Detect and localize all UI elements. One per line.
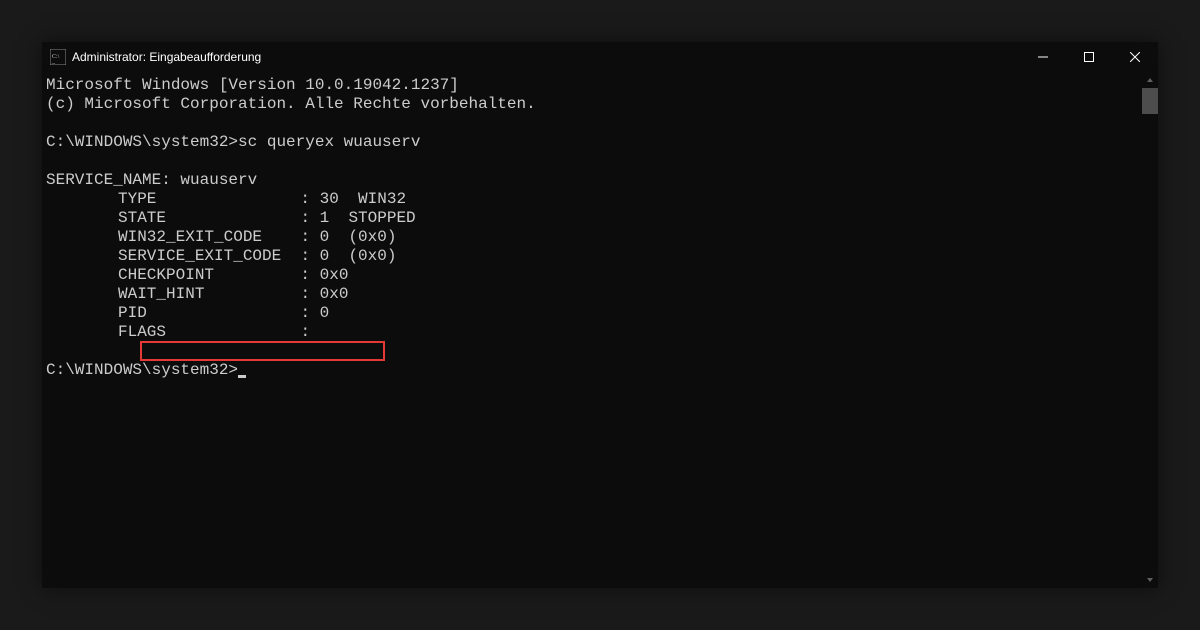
field-flags: FLAGS : [46,323,1142,342]
field-value: 1 STOPPED [320,209,416,227]
field-label: TYPE [118,190,156,208]
cursor [238,375,246,378]
field-pid: PID : 0 [46,304,1142,323]
prompt-line-1: C:\WINDOWS\system32>sc queryex wuauserv [46,133,1142,152]
field-checkpoint: CHECKPOINT : 0x0 [46,266,1142,285]
version-line: Microsoft Windows [Version 10.0.19042.12… [46,76,1142,95]
prompt-line-2: C:\WINDOWS\system32> [46,361,1142,380]
terminal-content[interactable]: Microsoft Windows [Version 10.0.19042.12… [42,72,1142,588]
field-win32-exit: WIN32_EXIT_CODE : 0 (0x0) [46,228,1142,247]
window-title: Administrator: Eingabeaufforderung [72,50,1020,64]
command: sc queryex wuauserv [238,133,420,151]
field-value: 30 WIN32 [320,190,406,208]
field-service-exit: SERVICE_EXIT_CODE : 0 (0x0) [46,247,1142,266]
field-label: SERVICE_EXIT_CODE [118,247,281,265]
scrollbar[interactable] [1142,72,1158,588]
field-label: CHECKPOINT [118,266,214,284]
terminal-body: Microsoft Windows [Version 10.0.19042.12… [42,72,1158,588]
cmd-icon: C:\ _ [50,49,66,65]
field-type: TYPE : 30 WIN32 [46,190,1142,209]
field-value: 0x0 [320,285,349,303]
field-value: 0 [320,304,330,322]
field-value: 0x0 [320,266,349,284]
scroll-up-arrow[interactable] [1142,72,1158,88]
field-value: 0 (0x0) [320,247,397,265]
blank-line [46,114,1142,133]
field-state: STATE : 1 STOPPED [46,209,1142,228]
prompt: C:\WINDOWS\system32> [46,133,238,151]
field-value: 0 (0x0) [320,228,397,246]
cmd-window: C:\ _ Administrator: Eingabeaufforderung… [42,42,1158,588]
field-label: WIN32_EXIT_CODE [118,228,262,246]
field-label: STATE [118,209,166,227]
scroll-down-arrow[interactable] [1142,572,1158,588]
close-button[interactable] [1112,42,1158,72]
minimize-button[interactable] [1020,42,1066,72]
blank-line [46,152,1142,171]
field-label: FLAGS [118,323,166,341]
copyright-line: (c) Microsoft Corporation. Alle Rechte v… [46,95,1142,114]
scroll-thumb[interactable] [1142,88,1158,114]
field-wait-hint: WAIT_HINT : 0x0 [46,285,1142,304]
prompt: C:\WINDOWS\system32> [46,361,238,379]
maximize-button[interactable] [1066,42,1112,72]
titlebar[interactable]: C:\ _ Administrator: Eingabeaufforderung [42,42,1158,72]
service-name: SERVICE_NAME: wuauserv [46,171,1142,190]
blank-line [46,342,1142,361]
field-label: PID [118,304,147,322]
window-controls [1020,42,1158,72]
field-label: WAIT_HINT [118,285,204,303]
